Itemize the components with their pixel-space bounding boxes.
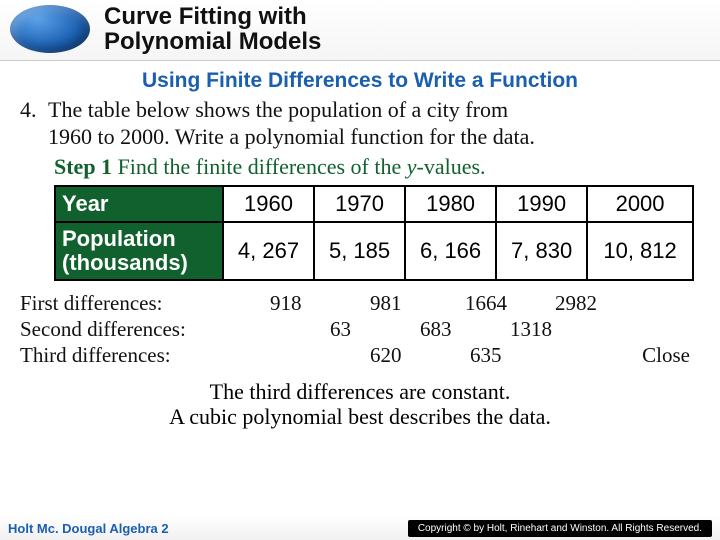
subtitle: Using Finite Differences to Write a Func… bbox=[0, 69, 720, 93]
first-diff-val: 1664 bbox=[465, 291, 507, 316]
first-diff-val: 918 bbox=[270, 291, 302, 316]
first-diff-val: 2982 bbox=[555, 291, 597, 316]
year-cell: 1980 bbox=[405, 186, 496, 222]
close-label: Close bbox=[642, 343, 690, 368]
pop-label: Population(thousands) bbox=[55, 222, 223, 280]
step-rest: Find the finite differences of the bbox=[112, 154, 407, 179]
footer: Holt Mc. Dougal Algebra 2 Copyright © by… bbox=[0, 516, 720, 540]
conclusion-l1: The third differences are constant. bbox=[20, 379, 700, 404]
conclusion: The third differences are constant. A cu… bbox=[20, 379, 700, 430]
year-cell: 1990 bbox=[496, 186, 587, 222]
table-row: Year 1960 1970 1980 1990 2000 bbox=[55, 186, 693, 222]
problem-text: 4.The table below shows the population o… bbox=[20, 97, 700, 150]
conclusion-l2: A cubic polynomial best describes the da… bbox=[20, 404, 700, 429]
pop-cell: 5, 185 bbox=[314, 222, 405, 280]
year-cell: 1970 bbox=[314, 186, 405, 222]
pop-cell: 4, 267 bbox=[223, 222, 314, 280]
footer-left: Holt Mc. Dougal Algebra 2 bbox=[8, 521, 169, 536]
title-bar: Curve Fitting with Polynomial Models bbox=[0, 0, 720, 61]
second-diff-val: 63 bbox=[330, 317, 351, 342]
problem-line2: 1960 to 2000. Write a polynomial functio… bbox=[48, 124, 535, 149]
first-diff-val: 981 bbox=[370, 291, 402, 316]
pop-label-l2: (thousands) bbox=[62, 250, 188, 275]
pop-cell: 6, 166 bbox=[405, 222, 496, 280]
second-diff-val: 683 bbox=[420, 317, 452, 342]
logo-oval bbox=[10, 5, 90, 53]
second-diff-val: 1318 bbox=[510, 317, 552, 342]
pop-label-l1: Population bbox=[62, 226, 176, 251]
third-diff-label: Third differences: bbox=[20, 343, 171, 368]
step-rest2: -values. bbox=[417, 154, 486, 179]
title-line1: Curve Fitting with bbox=[104, 4, 321, 29]
pop-cell: 10, 812 bbox=[587, 222, 693, 280]
second-diff-label: Second differences: bbox=[20, 317, 186, 342]
differences-block: First differences: Second differences: T… bbox=[20, 291, 700, 377]
year-cell: 1960 bbox=[223, 186, 314, 222]
pop-cell: 7, 830 bbox=[496, 222, 587, 280]
year-label: Year bbox=[55, 186, 223, 222]
title-line2: Polynomial Models bbox=[104, 29, 321, 54]
third-diff-val: 620 bbox=[370, 343, 402, 368]
y-var: y bbox=[407, 154, 417, 179]
problem-line1: The table below shows the population of … bbox=[48, 97, 508, 122]
step-label: Step 1 bbox=[54, 154, 112, 179]
problem-number: 4. bbox=[20, 97, 48, 123]
step1: Step 1 Find the finite differences of th… bbox=[54, 154, 700, 180]
third-diff-val: 635 bbox=[470, 343, 502, 368]
year-cell: 2000 bbox=[587, 186, 693, 222]
page-title: Curve Fitting with Polynomial Models bbox=[104, 4, 321, 54]
content: 4.The table below shows the population o… bbox=[0, 97, 720, 429]
table-row: Population(thousands) 4, 267 5, 185 6, 1… bbox=[55, 222, 693, 280]
data-table: Year 1960 1970 1980 1990 2000 Population… bbox=[54, 185, 694, 281]
footer-right: Copyright © by Holt, Rinehart and Winsto… bbox=[408, 520, 712, 537]
first-diff-label: First differences: bbox=[20, 291, 163, 316]
